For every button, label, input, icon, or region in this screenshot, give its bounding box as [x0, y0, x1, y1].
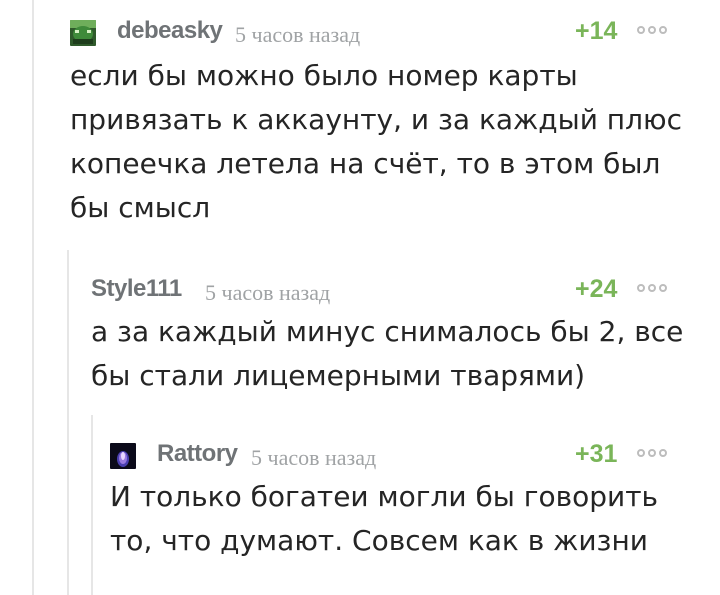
blue-flame-avatar-icon [110, 443, 136, 469]
more-options-icon[interactable] [637, 449, 681, 461]
rating: +14 [575, 17, 618, 45]
comment-text: И только богатеи могли бы говорить то, ч… [110, 480, 659, 557]
username-rattory[interactable]: Rattory [157, 440, 238, 468]
comment-text: а за каждый минус снималось бы 2, все бы… [91, 315, 684, 392]
rating: +31 [575, 440, 618, 468]
timestamp: 5 часов назад [205, 280, 331, 305]
rating: +24 [575, 275, 618, 303]
timestamp: 5 часов назад [251, 445, 377, 470]
comment-debeasky: debeasky 5 часов назад +14 если бы можно… [0, 12, 720, 242]
timestamp: 5 часов назад [235, 22, 361, 47]
avatar-rattory[interactable] [110, 443, 136, 469]
green-creature-avatar-icon [70, 20, 96, 46]
comment-style111: Style111 5 часов назад +24 а за каждый м… [0, 270, 720, 400]
comment-text: если бы можно было номер карты привязать… [70, 59, 682, 224]
username-debeasky[interactable]: debeasky [117, 17, 223, 45]
avatar-debeasky[interactable] [70, 20, 96, 46]
username-style111[interactable]: Style111 [91, 275, 182, 303]
comment-rattory: Rattory 5 часов назад +31 И только богат… [0, 435, 720, 565]
more-options-icon[interactable] [637, 26, 681, 38]
more-options-icon[interactable] [637, 284, 681, 296]
